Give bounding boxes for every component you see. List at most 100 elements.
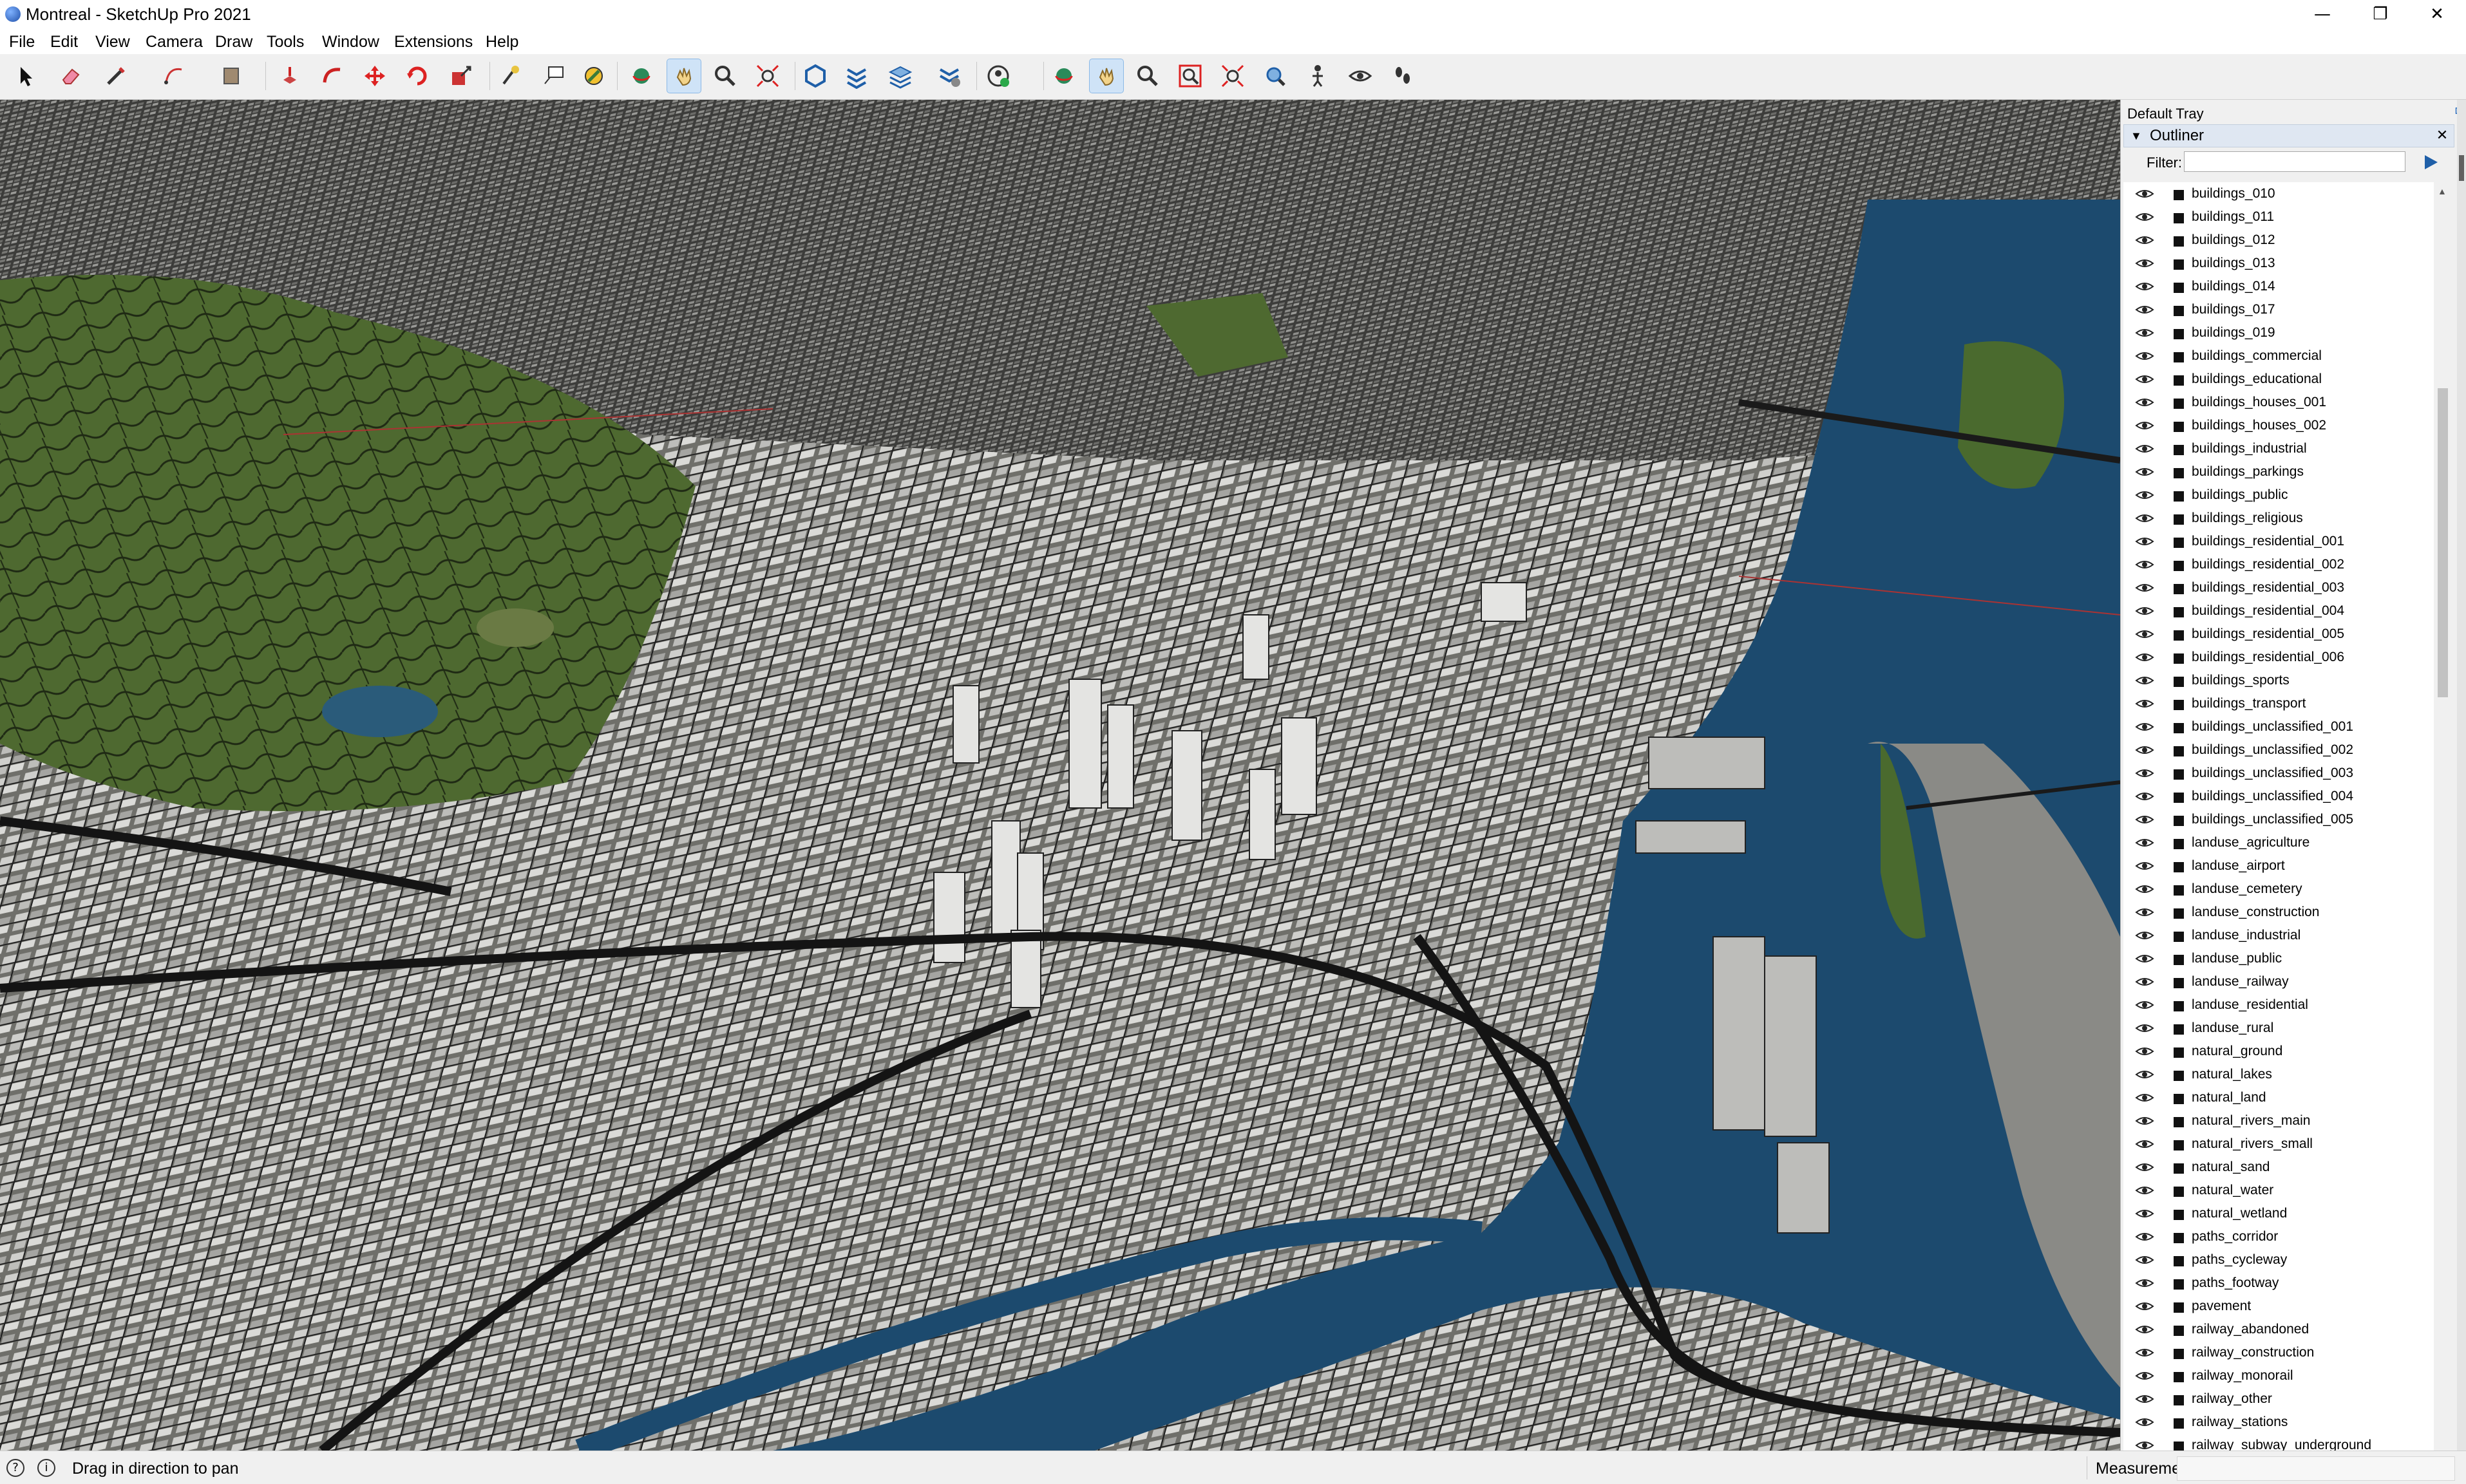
outliner-row[interactable]: buildings_residential_004 — [2123, 599, 2435, 623]
visibility-eye-icon[interactable] — [2135, 813, 2154, 826]
outliner-row[interactable]: natural_sand — [2123, 1156, 2435, 1179]
visibility-eye-icon[interactable] — [2135, 512, 2154, 525]
shape-tool-button[interactable] — [215, 59, 249, 93]
menu-help[interactable]: Help — [486, 32, 518, 52]
visibility-eye-icon[interactable] — [2135, 1369, 2154, 1382]
outliner-row[interactable]: landuse_construction — [2123, 901, 2435, 924]
paint-bucket-tool-button[interactable] — [577, 59, 611, 93]
visibility-eye-icon[interactable] — [2135, 257, 2154, 270]
move-tool-button[interactable] — [358, 59, 392, 93]
eraser-tool-button[interactable] — [54, 59, 88, 93]
outliner-row[interactable]: buildings_religious — [2123, 507, 2435, 530]
visibility-eye-icon[interactable] — [2135, 1277, 2154, 1290]
visibility-eye-icon[interactable] — [2135, 605, 2154, 617]
visibility-eye-icon[interactable] — [2135, 1068, 2154, 1081]
visibility-eye-icon[interactable] — [2135, 396, 2154, 409]
menu-draw[interactable]: Draw — [215, 32, 252, 52]
extension-manager-button[interactable] — [933, 59, 966, 93]
visibility-eye-icon[interactable] — [2135, 906, 2154, 919]
zoom-window-tool-button[interactable] — [1173, 59, 1207, 93]
position-camera-tool-button[interactable] — [1301, 59, 1334, 93]
outliner-row[interactable]: buildings_010 — [2123, 182, 2435, 205]
follow-me-tool-button[interactable] — [316, 59, 349, 93]
outliner-row[interactable]: landuse_residential — [2123, 993, 2435, 1017]
measurements-input[interactable] — [2177, 1456, 2455, 1481]
menu-window[interactable]: Window — [322, 32, 379, 52]
orbit-tool-button-2[interactable] — [1047, 59, 1081, 93]
outliner-row[interactable]: landuse_cemetery — [2123, 878, 2435, 901]
outliner-row[interactable]: railway_construction — [2123, 1341, 2435, 1364]
outliner-row[interactable]: paths_cycleway — [2123, 1248, 2435, 1272]
outliner-row[interactable]: buildings_sports — [2123, 669, 2435, 692]
menu-tools[interactable]: Tools — [267, 32, 304, 52]
visibility-eye-icon[interactable] — [2135, 859, 2154, 872]
visibility-eye-icon[interactable] — [2135, 1207, 2154, 1220]
visibility-eye-icon[interactable] — [2135, 975, 2154, 988]
visibility-eye-icon[interactable] — [2135, 836, 2154, 849]
select-tool-button[interactable] — [9, 59, 43, 93]
visibility-eye-icon[interactable] — [2135, 1346, 2154, 1359]
outliner-row[interactable]: railway_other — [2123, 1387, 2435, 1411]
zoom-previous-tool-button[interactable] — [1258, 59, 1292, 93]
visibility-eye-icon[interactable] — [2135, 744, 2154, 756]
visibility-eye-icon[interactable] — [2135, 1416, 2154, 1429]
scrollbar-thumb[interactable] — [2438, 388, 2448, 697]
visibility-eye-icon[interactable] — [2135, 234, 2154, 247]
visibility-eye-icon[interactable] — [2135, 1114, 2154, 1127]
text-tool-button[interactable] — [537, 59, 571, 93]
outliner-row[interactable]: landuse_industrial — [2123, 924, 2435, 947]
outliner-row[interactable]: natural_lakes — [2123, 1063, 2435, 1086]
visibility-eye-icon[interactable] — [2135, 767, 2154, 780]
outliner-row[interactable]: natural_rivers_main — [2123, 1109, 2435, 1132]
outliner-row[interactable]: paths_corridor — [2123, 1225, 2435, 1248]
outliner-row[interactable]: natural_wetland — [2123, 1202, 2435, 1225]
menu-camera[interactable]: Camera — [146, 32, 203, 52]
outliner-row[interactable]: landuse_airport — [2123, 854, 2435, 878]
help-icon[interactable]: ? — [6, 1459, 24, 1477]
visibility-eye-icon[interactable] — [2135, 697, 2154, 710]
outliner-row[interactable]: buildings_residential_001 — [2123, 530, 2435, 553]
visibility-eye-icon[interactable] — [2135, 1022, 2154, 1035]
outliner-row[interactable]: buildings_parkings — [2123, 460, 2435, 484]
outliner-row[interactable]: pavement — [2123, 1295, 2435, 1318]
visibility-eye-icon[interactable] — [2135, 419, 2154, 432]
tape-measure-tool-button[interactable] — [493, 59, 527, 93]
walk-tool-button[interactable] — [1386, 59, 1419, 93]
outliner-row[interactable]: buildings_transport — [2123, 692, 2435, 715]
outliner-row[interactable]: buildings_residential_003 — [2123, 576, 2435, 599]
outliner-row[interactable]: buildings_houses_002 — [2123, 414, 2435, 437]
visibility-eye-icon[interactable] — [2135, 1184, 2154, 1197]
outliner-row[interactable]: buildings_014 — [2123, 275, 2435, 298]
user-account-button[interactable] — [982, 59, 1015, 93]
outliner-row[interactable]: buildings_012 — [2123, 229, 2435, 252]
visibility-eye-icon[interactable] — [2135, 1045, 2154, 1058]
visibility-eye-icon[interactable] — [2135, 1393, 2154, 1405]
outliner-row[interactable]: landuse_public — [2123, 947, 2435, 970]
outliner-row[interactable]: buildings_019 — [2123, 321, 2435, 344]
visibility-eye-icon[interactable] — [2135, 187, 2154, 200]
zoom-extents-tool-button[interactable] — [751, 59, 784, 93]
menu-view[interactable]: View — [95, 32, 130, 52]
extension-warehouse-button[interactable] — [840, 59, 873, 93]
menu-extensions[interactable]: Extensions — [394, 32, 473, 52]
look-around-tool-button[interactable] — [1343, 59, 1377, 93]
outliner-row[interactable]: railway_abandoned — [2123, 1318, 2435, 1341]
outliner-scrollbar[interactable]: ▲ — [2434, 182, 2452, 1451]
visibility-eye-icon[interactable] — [2135, 952, 2154, 965]
outliner-row[interactable]: railway_subway_underground — [2123, 1434, 2435, 1451]
outliner-row[interactable]: buildings_unclassified_001 — [2123, 715, 2435, 738]
visibility-eye-icon[interactable] — [2135, 581, 2154, 594]
outliner-row[interactable]: buildings_unclassified_002 — [2123, 738, 2435, 762]
scroll-up-arrow-icon[interactable]: ▲ — [2438, 186, 2447, 196]
outliner-row[interactable]: landuse_agriculture — [2123, 831, 2435, 854]
visibility-eye-icon[interactable] — [2135, 489, 2154, 502]
arc-tool-button[interactable] — [157, 59, 191, 93]
visibility-eye-icon[interactable] — [2135, 883, 2154, 896]
zoom-tool-button[interactable] — [708, 59, 742, 93]
outliner-row[interactable]: natural_ground — [2123, 1040, 2435, 1063]
rotate-tool-button[interactable] — [401, 59, 434, 93]
visibility-eye-icon[interactable] — [2135, 1230, 2154, 1243]
outliner-row[interactable]: buildings_educational — [2123, 368, 2435, 391]
outliner-options-button[interactable] — [2421, 153, 2442, 172]
visibility-eye-icon[interactable] — [2135, 1138, 2154, 1151]
